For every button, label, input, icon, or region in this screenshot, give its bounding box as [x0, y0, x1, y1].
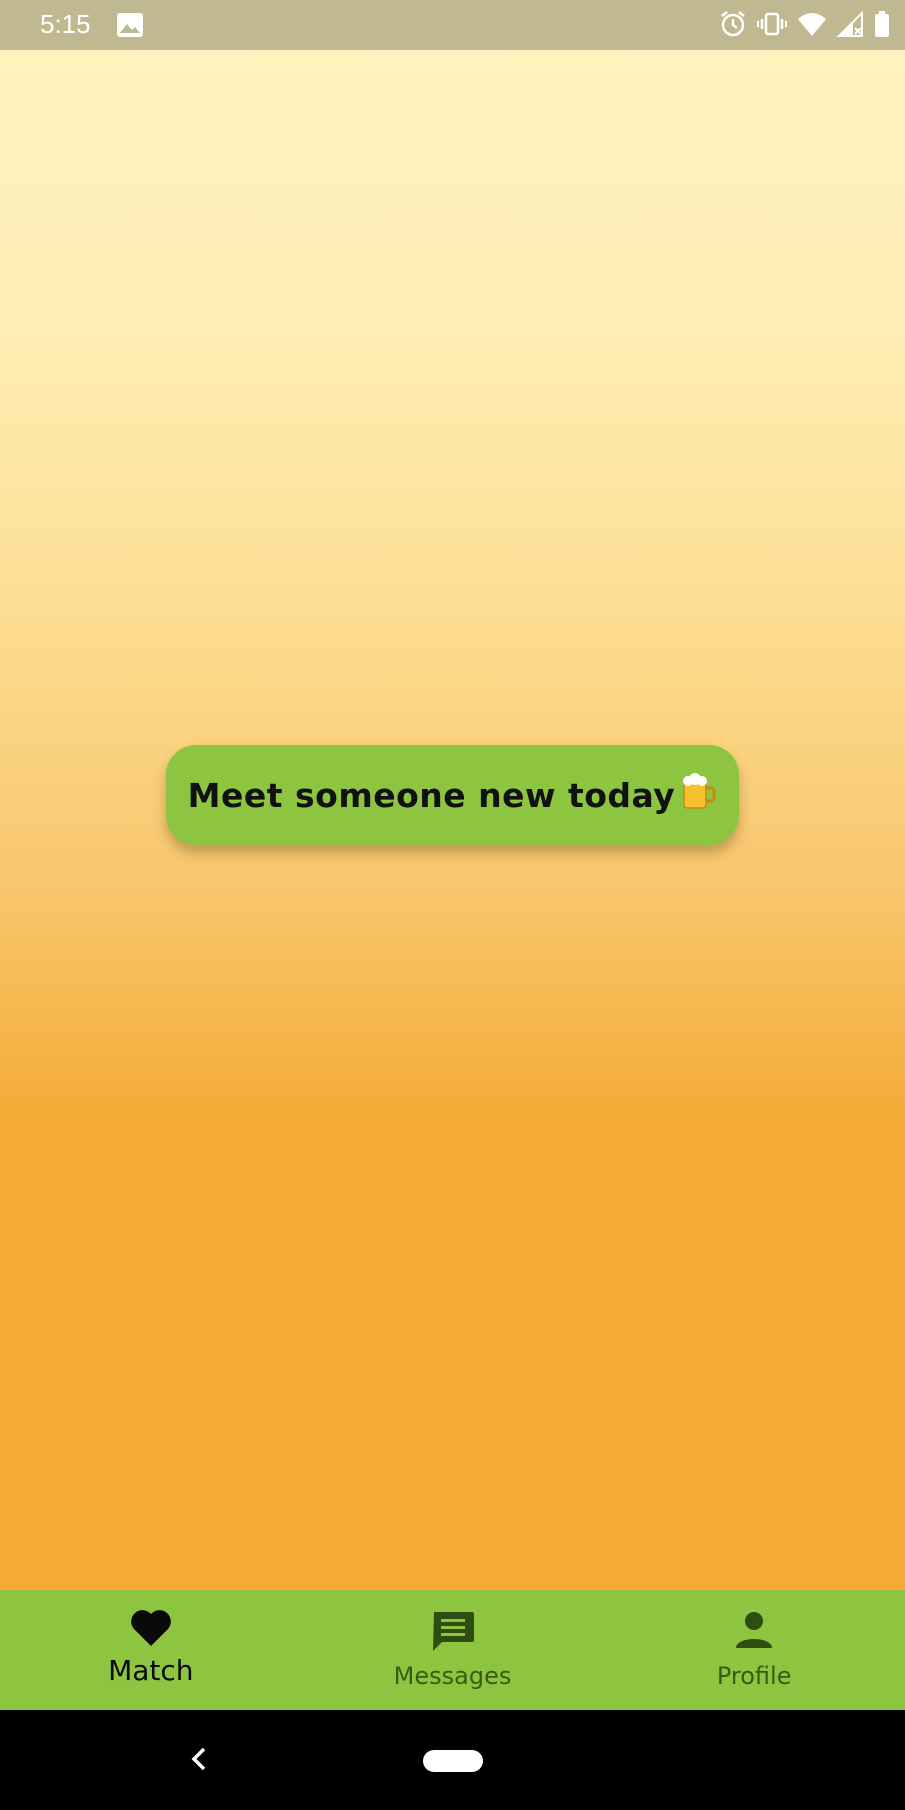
nav-label-profile: Profile	[716, 1662, 792, 1690]
status-bar: 5:15	[0, 0, 905, 50]
signal-icon	[836, 10, 863, 41]
meet-someone-button[interactable]: Meet someone new today	[166, 745, 739, 845]
gallery-icon	[116, 12, 144, 42]
beer-mug-icon	[679, 772, 717, 818]
nav-item-profile[interactable]: Profile	[603, 1590, 905, 1710]
back-icon[interactable]	[186, 1743, 210, 1779]
nav-item-messages[interactable]: Messages	[302, 1590, 604, 1710]
vibrate-icon	[757, 10, 787, 42]
heart-icon	[129, 1608, 173, 1652]
nav-item-match[interactable]: Match	[0, 1590, 302, 1710]
person-icon	[732, 1608, 776, 1656]
battery-icon	[873, 10, 891, 42]
alarm-icon	[719, 10, 747, 42]
wifi-icon	[797, 11, 827, 41]
nav-label-messages: Messages	[393, 1662, 512, 1690]
meet-someone-label: Meet someone new today	[187, 775, 676, 815]
nav-label-match: Match	[108, 1654, 194, 1687]
system-navigation-bar	[0, 1710, 905, 1810]
home-pill[interactable]	[423, 1750, 483, 1772]
status-time: 5:15	[40, 9, 91, 39]
message-icon	[431, 1608, 475, 1656]
bottom-navigation: Match Messages Profile	[0, 1590, 905, 1710]
match-screen: Meet someone new today	[0, 50, 905, 1590]
